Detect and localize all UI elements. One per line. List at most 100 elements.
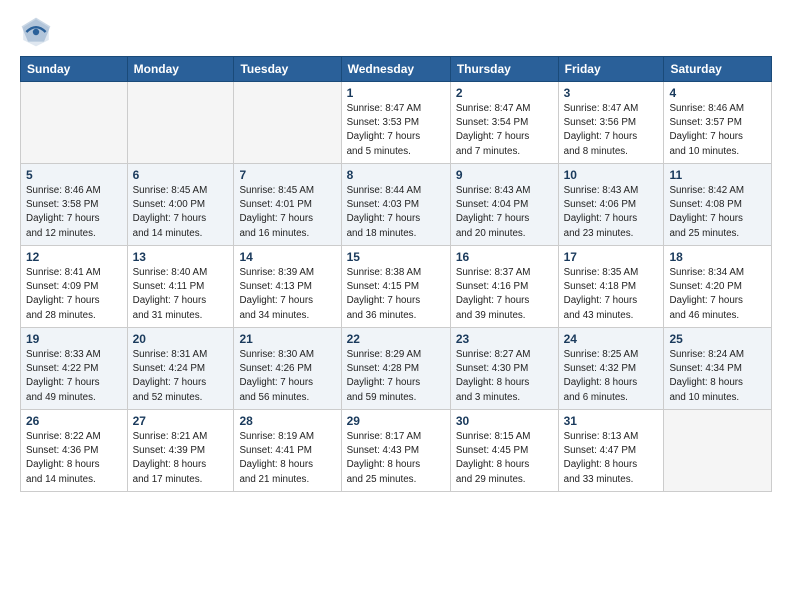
day-number: 17 bbox=[564, 250, 659, 264]
weekday-header: Wednesday bbox=[341, 57, 450, 82]
day-number: 22 bbox=[347, 332, 445, 346]
calendar-week-row: 5 Sunrise: 8:46 AMSunset: 3:58 PMDaylight… bbox=[21, 164, 772, 246]
day-number: 5 bbox=[26, 168, 122, 182]
day-info: Sunrise: 8:34 AMSunset: 4:20 PMDaylight:… bbox=[669, 266, 766, 323]
day-info: Sunrise: 8:27 AMSunset: 4:30 PMDaylight:… bbox=[456, 348, 553, 405]
day-info: Sunrise: 8:43 AMSunset: 4:04 PMDaylight:… bbox=[456, 184, 553, 241]
calendar-cell bbox=[234, 82, 341, 164]
calendar-cell: 15 Sunrise: 8:38 AMSunset: 4:15 PMDayligh… bbox=[341, 246, 450, 328]
day-info: Sunrise: 8:38 AMSunset: 4:15 PMDaylight:… bbox=[347, 266, 445, 323]
day-number: 28 bbox=[239, 414, 335, 428]
calendar-cell: 9 Sunrise: 8:43 AMSunset: 4:04 PMDaylight… bbox=[450, 164, 558, 246]
day-number: 21 bbox=[239, 332, 335, 346]
calendar-cell: 26Sunrise: 8:22 AMSunset: 4:36 PMDayligh… bbox=[21, 410, 128, 492]
day-number: 13 bbox=[133, 250, 229, 264]
day-number: 30 bbox=[456, 414, 553, 428]
calendar-cell: 2Sunrise: 8:47 AMSunset: 3:54 PMDaylight… bbox=[450, 82, 558, 164]
day-info: Sunrise: 8:41 AMSunset: 4:09 PMDaylight:… bbox=[26, 266, 122, 323]
calendar-cell: 3 Sunrise: 8:47 AMSunset: 3:56 PMDaylight… bbox=[558, 82, 664, 164]
calendar-cell: 7 Sunrise: 8:45 AMSunset: 4:01 PMDaylight… bbox=[234, 164, 341, 246]
day-number: 25 bbox=[669, 332, 766, 346]
day-info: Sunrise: 8:13 AMSunset: 4:47 PMDaylight:… bbox=[564, 430, 659, 487]
calendar-cell: 4 Sunrise: 8:46 AMSunset: 3:57 PMDaylight… bbox=[664, 82, 772, 164]
day-number: 15 bbox=[347, 250, 445, 264]
day-info: Sunrise: 8:47 AMSunset: 3:53 PMDaylight:… bbox=[347, 102, 445, 159]
day-info: Sunrise: 8:45 AMSunset: 4:00 PMDaylight:… bbox=[133, 184, 229, 241]
day-info: Sunrise: 8:47 AMSunset: 3:56 PMDaylight:… bbox=[564, 102, 659, 159]
calendar-cell: 14 Sunrise: 8:39 AMSunset: 4:13 PMDayligh… bbox=[234, 246, 341, 328]
weekday-header-row: SundayMondayTuesdayWednesdayThursdayFrid… bbox=[21, 57, 772, 82]
logo bbox=[20, 16, 54, 48]
day-info: Sunrise: 8:46 AMSunset: 3:58 PMDaylight:… bbox=[26, 184, 122, 241]
calendar-cell: 23 Sunrise: 8:27 AMSunset: 4:30 PMDayligh… bbox=[450, 328, 558, 410]
calendar-cell: 12Sunrise: 8:41 AMSunset: 4:09 PMDayligh… bbox=[21, 246, 128, 328]
day-info: Sunrise: 8:31 AMSunset: 4:24 PMDaylight:… bbox=[133, 348, 229, 405]
calendar-cell: 5 Sunrise: 8:46 AMSunset: 3:58 PMDaylight… bbox=[21, 164, 128, 246]
day-info: Sunrise: 8:44 AMSunset: 4:03 PMDaylight:… bbox=[347, 184, 445, 241]
day-number: 3 bbox=[564, 86, 659, 100]
day-info: Sunrise: 8:39 AMSunset: 4:13 PMDaylight:… bbox=[239, 266, 335, 323]
day-info: Sunrise: 8:37 AMSunset: 4:16 PMDaylight:… bbox=[456, 266, 553, 323]
header bbox=[20, 16, 772, 48]
day-number: 8 bbox=[347, 168, 445, 182]
calendar-cell: 19Sunrise: 8:33 AMSunset: 4:22 PMDayligh… bbox=[21, 328, 128, 410]
day-number: 9 bbox=[456, 168, 553, 182]
calendar-cell: 25Sunrise: 8:24 AMSunset: 4:34 PMDayligh… bbox=[664, 328, 772, 410]
calendar-cell: 8 Sunrise: 8:44 AMSunset: 4:03 PMDaylight… bbox=[341, 164, 450, 246]
day-number: 20 bbox=[133, 332, 229, 346]
weekday-header: Sunday bbox=[21, 57, 128, 82]
weekday-header: Saturday bbox=[664, 57, 772, 82]
day-number: 16 bbox=[456, 250, 553, 264]
calendar-cell bbox=[664, 410, 772, 492]
day-number: 27 bbox=[133, 414, 229, 428]
day-info: Sunrise: 8:22 AMSunset: 4:36 PMDaylight:… bbox=[26, 430, 122, 487]
calendar-cell bbox=[127, 82, 234, 164]
calendar-table: SundayMondayTuesdayWednesdayThursdayFrid… bbox=[20, 56, 772, 492]
calendar-cell bbox=[21, 82, 128, 164]
calendar-cell: 29 Sunrise: 8:17 AMSunset: 4:43 PMDayligh… bbox=[341, 410, 450, 492]
calendar-cell: 6 Sunrise: 8:45 AMSunset: 4:00 PMDaylight… bbox=[127, 164, 234, 246]
calendar-cell: 30 Sunrise: 8:15 AMSunset: 4:45 PMDayligh… bbox=[450, 410, 558, 492]
day-number: 10 bbox=[564, 168, 659, 182]
page-container: SundayMondayTuesdayWednesdayThursdayFrid… bbox=[0, 0, 792, 502]
weekday-header: Monday bbox=[127, 57, 234, 82]
day-info: Sunrise: 8:15 AMSunset: 4:45 PMDaylight:… bbox=[456, 430, 553, 487]
day-info: Sunrise: 8:40 AMSunset: 4:11 PMDaylight:… bbox=[133, 266, 229, 323]
calendar-cell: 10Sunrise: 8:43 AMSunset: 4:06 PMDayligh… bbox=[558, 164, 664, 246]
day-info: Sunrise: 8:35 AMSunset: 4:18 PMDaylight:… bbox=[564, 266, 659, 323]
day-info: Sunrise: 8:42 AMSunset: 4:08 PMDaylight:… bbox=[669, 184, 766, 241]
day-info: Sunrise: 8:45 AMSunset: 4:01 PMDaylight:… bbox=[239, 184, 335, 241]
calendar-cell: 28 Sunrise: 8:19 AMSunset: 4:41 PMDayligh… bbox=[234, 410, 341, 492]
calendar-cell: 31 Sunrise: 8:13 AMSunset: 4:47 PMDayligh… bbox=[558, 410, 664, 492]
day-number: 29 bbox=[347, 414, 445, 428]
calendar-week-row: 12Sunrise: 8:41 AMSunset: 4:09 PMDayligh… bbox=[21, 246, 772, 328]
calendar-cell: 13 Sunrise: 8:40 AMSunset: 4:11 PMDayligh… bbox=[127, 246, 234, 328]
day-number: 31 bbox=[564, 414, 659, 428]
day-number: 7 bbox=[239, 168, 335, 182]
weekday-header: Tuesday bbox=[234, 57, 341, 82]
day-number: 23 bbox=[456, 332, 553, 346]
weekday-header: Friday bbox=[558, 57, 664, 82]
calendar-cell: 16 Sunrise: 8:37 AMSunset: 4:16 PMDayligh… bbox=[450, 246, 558, 328]
logo-icon bbox=[20, 16, 52, 48]
calendar-cell: 1 Sunrise: 8:47 AMSunset: 3:53 PMDaylight… bbox=[341, 82, 450, 164]
calendar-cell: 17 Sunrise: 8:35 AMSunset: 4:18 PMDayligh… bbox=[558, 246, 664, 328]
day-info: Sunrise: 8:29 AMSunset: 4:28 PMDaylight:… bbox=[347, 348, 445, 405]
calendar-cell: 22 Sunrise: 8:29 AMSunset: 4:28 PMDayligh… bbox=[341, 328, 450, 410]
day-number: 6 bbox=[133, 168, 229, 182]
day-info: Sunrise: 8:30 AMSunset: 4:26 PMDaylight:… bbox=[239, 348, 335, 405]
calendar-week-row: 1 Sunrise: 8:47 AMSunset: 3:53 PMDaylight… bbox=[21, 82, 772, 164]
calendar-cell: 21 Sunrise: 8:30 AMSunset: 4:26 PMDayligh… bbox=[234, 328, 341, 410]
day-info: Sunrise: 8:25 AMSunset: 4:32 PMDaylight:… bbox=[564, 348, 659, 405]
day-number: 14 bbox=[239, 250, 335, 264]
calendar-week-row: 26Sunrise: 8:22 AMSunset: 4:36 PMDayligh… bbox=[21, 410, 772, 492]
calendar-cell: 18Sunrise: 8:34 AMSunset: 4:20 PMDayligh… bbox=[664, 246, 772, 328]
weekday-header: Thursday bbox=[450, 57, 558, 82]
day-number: 4 bbox=[669, 86, 766, 100]
day-info: Sunrise: 8:19 AMSunset: 4:41 PMDaylight:… bbox=[239, 430, 335, 487]
day-number: 1 bbox=[347, 86, 445, 100]
day-info: Sunrise: 8:33 AMSunset: 4:22 PMDaylight:… bbox=[26, 348, 122, 405]
day-number: 24 bbox=[564, 332, 659, 346]
day-info: Sunrise: 8:46 AMSunset: 3:57 PMDaylight:… bbox=[669, 102, 766, 159]
day-info: Sunrise: 8:17 AMSunset: 4:43 PMDaylight:… bbox=[347, 430, 445, 487]
